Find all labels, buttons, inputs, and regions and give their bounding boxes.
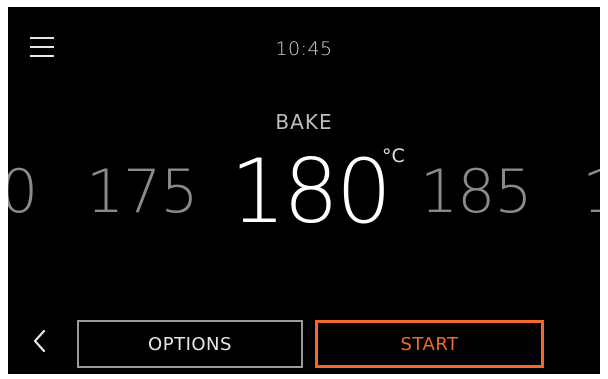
temperature-option-far-right[interactable]: 1 [582,162,600,222]
temperature-option-185[interactable]: 185 [420,162,533,222]
start-button[interactable]: START [315,320,544,368]
temperature-option-far-left[interactable]: 0 [8,162,38,222]
temperature-unit: °C [382,145,405,167]
start-button-label: START [400,333,459,355]
cooking-mode-label: BAKE [275,110,333,134]
temperature-selected[interactable]: 180 [230,148,392,236]
temperature-selector[interactable]: 0 175 180 °C 185 1 [8,142,600,242]
options-button-label: OPTIONS [148,333,232,355]
chevron-left-icon[interactable] [30,328,50,354]
temperature-option-175[interactable]: 175 [86,162,199,222]
options-button[interactable]: OPTIONS [77,320,303,368]
clock-time: 10:45 [275,38,333,60]
oven-control-screen: 10:45 BAKE 0 175 180 °C 185 1 OPTIONS ST… [8,7,600,374]
